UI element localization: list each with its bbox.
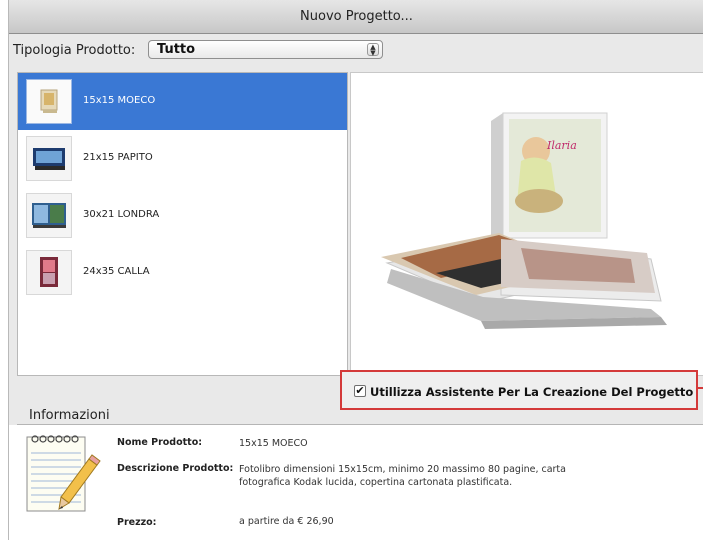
product-item[interactable]: 15x15 MOECO: [18, 73, 347, 130]
price-label: Prezzo:: [117, 517, 157, 528]
product-thumbnail: [26, 250, 72, 295]
assistant-checkbox[interactable]: ✔: [354, 385, 366, 397]
product-item[interactable]: 21x15 PAPITO: [18, 130, 347, 187]
product-name-label: Nome Prodotto:: [117, 437, 203, 448]
info-section-title: Informazioni: [29, 408, 110, 423]
product-item[interactable]: 30x21 LONDRA: [18, 187, 347, 244]
window-title: Nuovo Progetto...: [300, 9, 413, 24]
product-label: 24x35 CALLA: [83, 266, 150, 277]
product-label: 30x21 LONDRA: [83, 209, 160, 220]
select-arrows-icon: ▲ ▼: [367, 43, 379, 57]
product-type-value: Tutto: [157, 42, 196, 57]
book-cover-text: Ilaria: [546, 139, 577, 152]
window-titlebar[interactable]: Nuovo Progetto...: [9, 0, 703, 34]
info-panel: Nome Prodotto: 15x15 MOECO Descrizione P…: [9, 425, 703, 540]
product-type-row: Tipologia Prodotto: Tutto ▲ ▼: [9, 36, 703, 62]
product-preview: Ilaria: [350, 72, 703, 376]
annotation-arrow: [698, 387, 703, 389]
product-name-value: 15x15 MOECO: [239, 438, 308, 449]
product-type-label: Tipologia Prodotto:: [13, 43, 136, 58]
product-item[interactable]: 24x35 CALLA: [18, 244, 347, 301]
new-project-window: Nuovo Progetto... Tipologia Prodotto: Tu…: [8, 0, 703, 540]
product-description-value: Fotolibro dimensioni 15x15cm, minimo 20 …: [239, 464, 566, 488]
product-label: 15x15 MOECO: [83, 95, 156, 106]
product-thumbnail: [26, 193, 72, 238]
assistant-highlight: ✔ Utillizza Assistente Per La Creazione …: [340, 370, 698, 410]
product-label: 21x15 PAPITO: [83, 152, 153, 163]
notepad-pencil-icon: [23, 429, 101, 515]
product-type-select[interactable]: Tutto ▲ ▼: [148, 40, 383, 59]
assistant-checkbox-label[interactable]: Utillizza Assistente Per La Creazione De…: [370, 385, 693, 399]
price-value: a partire da € 26,90: [239, 516, 334, 527]
product-thumbnail: [26, 79, 72, 124]
product-description-label: Descrizione Prodotto:: [117, 463, 234, 474]
photobook-preview-image: Ilaria: [381, 112, 667, 329]
product-list: 15x15 MOECO 21x15 PAPITO 30x21 LONDRA 24…: [17, 72, 348, 376]
product-thumbnail: [26, 136, 72, 181]
